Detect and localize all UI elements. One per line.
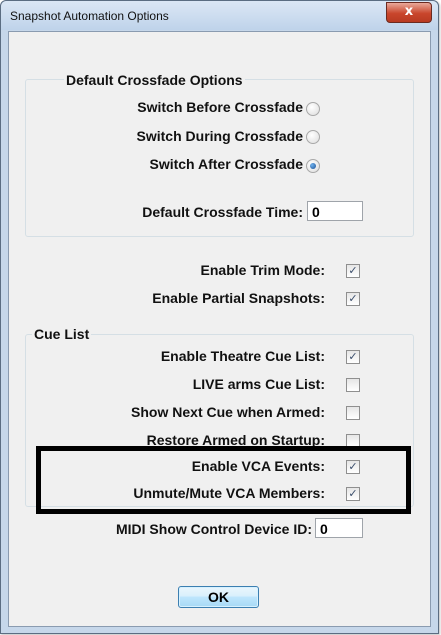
cue-list-group-title: Cue List bbox=[32, 326, 92, 342]
switch-after-radio[interactable] bbox=[306, 159, 320, 173]
checkmark-icon: ✓ bbox=[348, 292, 358, 305]
show-next-cue-label: Show Next Cue when Armed: bbox=[131, 404, 325, 420]
dialog-window: Snapshot Automation Options x Default Cr… bbox=[0, 0, 439, 634]
crossfade-time-input[interactable]: 0 bbox=[307, 201, 363, 221]
checkmark-icon: ✓ bbox=[348, 350, 358, 363]
dialog-body: Default Crossfade Options Switch Before … bbox=[8, 31, 431, 627]
theatre-cue-list-label: Enable Theatre Cue List: bbox=[160, 348, 325, 364]
crossfade-group-title: Default Crossfade Options bbox=[64, 72, 245, 88]
switch-during-radio[interactable] bbox=[306, 130, 320, 144]
crossfade-time-label: Default Crossfade Time: bbox=[142, 204, 303, 220]
switch-before-radio[interactable] bbox=[306, 102, 320, 116]
theatre-cue-list-checkbox[interactable]: ✓ bbox=[346, 350, 360, 364]
checkmark-icon: ✓ bbox=[348, 264, 358, 277]
show-next-cue-checkbox[interactable] bbox=[346, 406, 360, 420]
partial-snapshots-label: Enable Partial Snapshots: bbox=[152, 290, 325, 306]
close-icon: x bbox=[404, 4, 414, 19]
window-title: Snapshot Automation Options bbox=[10, 9, 169, 23]
trim-mode-label: Enable Trim Mode: bbox=[200, 262, 325, 278]
title-bar: Snapshot Automation Options x bbox=[1, 1, 438, 30]
midi-device-id-label: MIDI Show Control Device ID: bbox=[115, 521, 312, 537]
switch-before-label: Switch Before Crossfade bbox=[137, 99, 303, 115]
partial-snapshots-checkbox[interactable]: ✓ bbox=[346, 292, 360, 306]
live-arms-cue-list-checkbox[interactable] bbox=[346, 378, 360, 392]
annotation-highlight-box bbox=[36, 446, 411, 514]
live-arms-cue-list-label: LIVE arms Cue List: bbox=[192, 376, 325, 392]
switch-during-label: Switch During Crossfade bbox=[136, 128, 303, 144]
switch-after-label: Switch After Crossfade bbox=[149, 156, 303, 172]
midi-device-id-input[interactable]: 0 bbox=[315, 518, 363, 538]
trim-mode-checkbox[interactable]: ✓ bbox=[346, 264, 360, 278]
close-button[interactable]: x bbox=[386, 2, 432, 23]
ok-button[interactable]: OK bbox=[178, 586, 259, 608]
